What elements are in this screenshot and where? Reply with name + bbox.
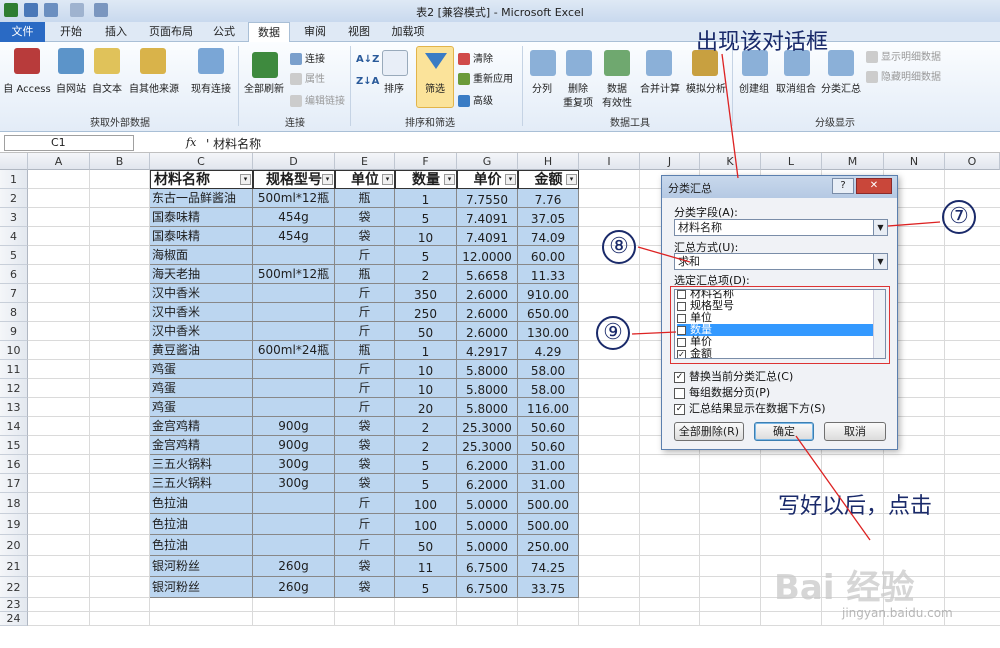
watermark-url: jingyan.baidu.com xyxy=(842,606,953,620)
arrow-line xyxy=(631,331,677,335)
arrow-line xyxy=(887,221,941,227)
arrow-line xyxy=(795,435,871,541)
watermark-logo: Bai 经验 xyxy=(774,568,915,608)
annotation-arrows xyxy=(631,53,941,541)
arrow-line xyxy=(637,246,691,263)
arrow-line xyxy=(721,53,739,179)
